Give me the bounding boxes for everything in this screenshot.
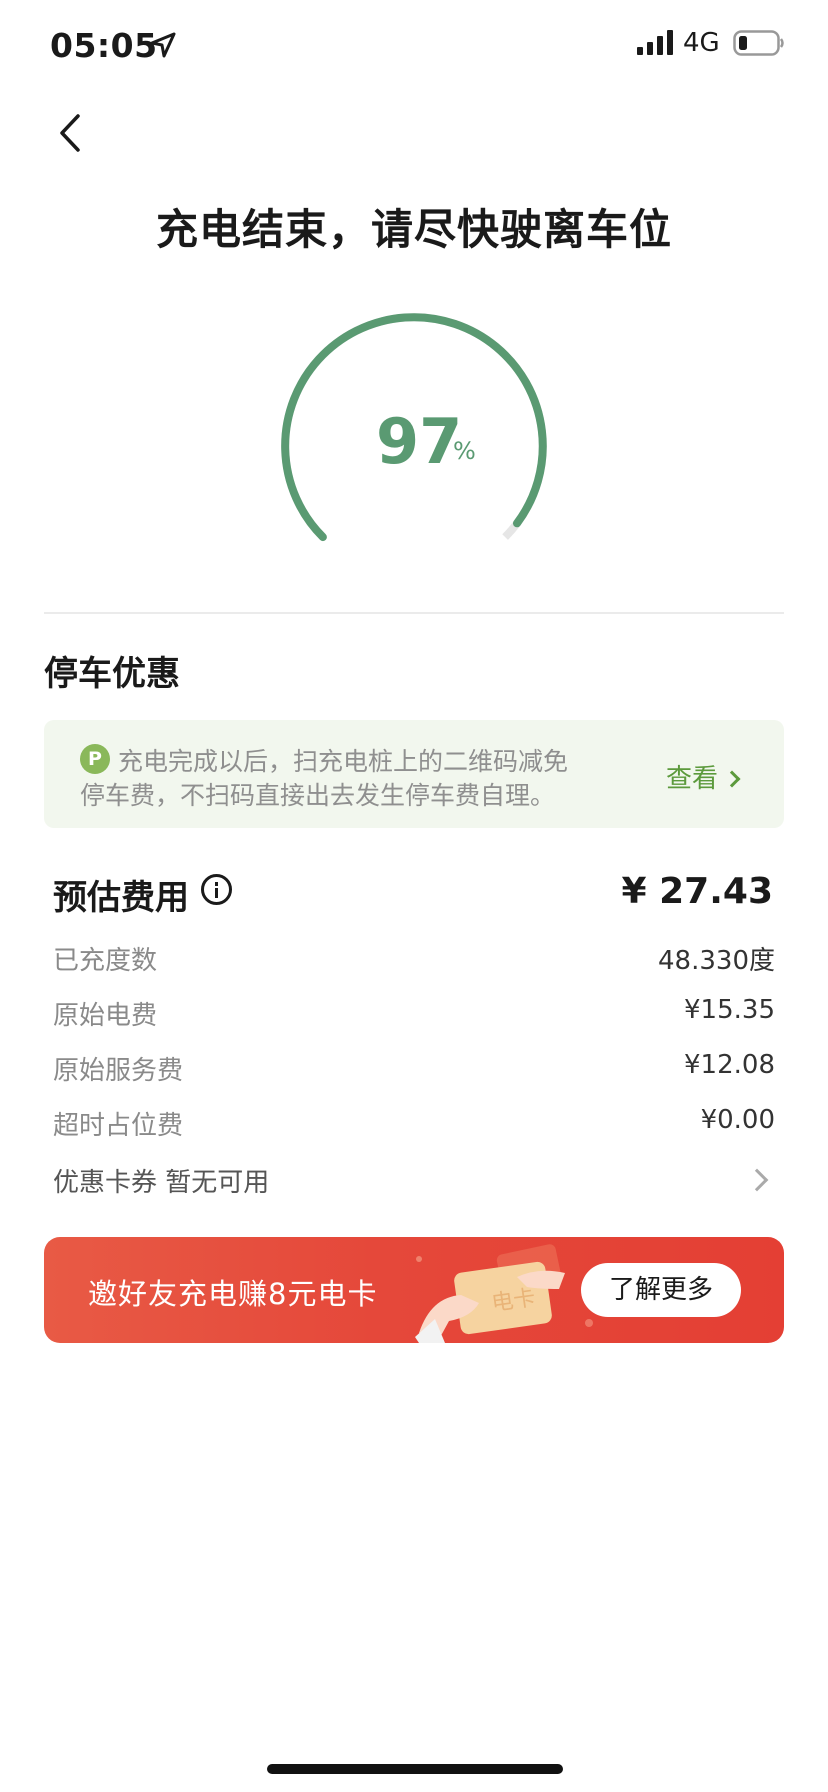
coupon-label: 优惠卡券 暂无可用 xyxy=(53,1168,270,1198)
fee-row-label: 超时占位费 xyxy=(53,1111,184,1141)
battery-icon xyxy=(733,30,784,56)
parking-icon: P xyxy=(80,744,110,774)
status-time: 05:05 xyxy=(50,26,158,65)
parking-notice: P 充电完成以后，扫充电桩上的二维码减免 停车费，不扫码直接出去发生停车费自理。… xyxy=(44,720,784,828)
home-indicator xyxy=(267,1764,563,1774)
learn-more-button[interactable]: 了解更多 xyxy=(581,1263,741,1317)
charge-percent: 97 xyxy=(376,405,463,478)
page-title: 充电结束，请尽快驶离车位 xyxy=(155,205,672,254)
view-link-label: 查看 xyxy=(666,764,719,794)
fee-row-value: ¥15.35 xyxy=(684,995,775,1025)
location-arrow-icon xyxy=(150,32,176,58)
fee-row: 原始电费 ¥15.35 xyxy=(53,995,775,1035)
fee-row: 超时占位费 ¥0.00 xyxy=(53,1105,775,1145)
coupon-row[interactable]: 优惠卡券 暂无可用 xyxy=(53,1162,775,1204)
view-link[interactable]: 查看 xyxy=(666,758,741,795)
fee-row: 原始服务费 ¥12.08 xyxy=(53,1050,775,1090)
banner-text: 邀好友充电赚8元电卡 xyxy=(88,1277,378,1311)
fee-row-value: ¥12.08 xyxy=(684,1050,775,1080)
fee-row-label: 原始电费 xyxy=(53,1001,158,1031)
network-type: 4G xyxy=(683,28,720,58)
fee-title: 预估费用 xyxy=(53,878,189,918)
notice-text-line2: 停车费，不扫码直接出去发生停车费自理。 xyxy=(80,781,556,810)
divider xyxy=(44,612,784,614)
fee-row: 已充度数 48.330度 xyxy=(53,940,775,980)
fee-row-label: 已充度数 xyxy=(53,946,158,976)
signal-icon xyxy=(637,30,673,55)
parking-section-title: 停车优惠 xyxy=(44,654,180,694)
chevron-right-icon xyxy=(723,770,741,788)
status-bar: 05:05 4G xyxy=(0,0,828,92)
invite-banner[interactable]: 邀好友充电赚8元电卡 电卡 了解更多 xyxy=(44,1237,784,1343)
info-icon[interactable] xyxy=(201,874,232,905)
percent-sign: % xyxy=(453,437,476,465)
fee-row-value: 48.330度 xyxy=(658,946,775,976)
chevron-right-icon xyxy=(745,1168,769,1192)
fee-row-value: ¥0.00 xyxy=(700,1105,775,1135)
notice-text-line1: 充电完成以后，扫充电桩上的二维码减免 xyxy=(118,747,569,776)
back-icon[interactable] xyxy=(52,108,88,158)
fee-row-label: 原始服务费 xyxy=(53,1056,184,1086)
fee-total: ¥ 27.43 xyxy=(621,871,773,912)
